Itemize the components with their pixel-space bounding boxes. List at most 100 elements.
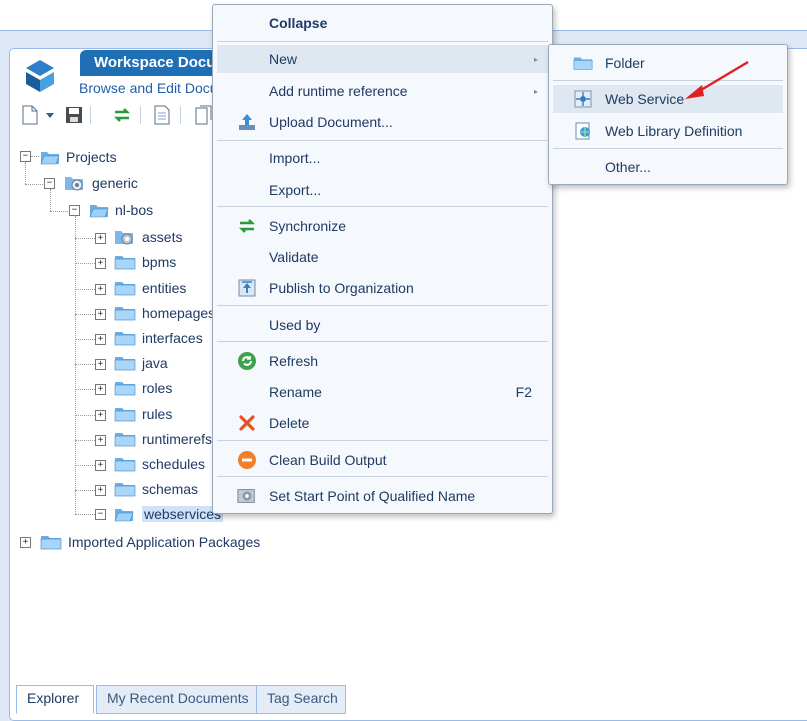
expand-toggle[interactable]: + xyxy=(95,359,106,370)
tree-node-projects[interactable]: Projects xyxy=(40,147,117,167)
tree-node-runtimerefs[interactable]: runtimerefs xyxy=(114,429,212,449)
tree-node-webservices[interactable]: webservices xyxy=(114,504,224,524)
tree-node-schedules[interactable]: schedules xyxy=(114,454,205,474)
menu-item-new[interactable]: New ▸ xyxy=(217,45,548,73)
expand-toggle[interactable]: + xyxy=(95,258,106,269)
tree-node-rules[interactable]: rules xyxy=(114,404,172,424)
expand-toggle[interactable]: + xyxy=(95,435,106,446)
workspace-title: Workspace Documents xyxy=(80,50,230,76)
folder-icon xyxy=(114,256,136,270)
clean-build-icon xyxy=(237,450,257,470)
submenu-item-other[interactable]: Other... xyxy=(553,153,783,181)
tree-label: interfaces xyxy=(142,330,203,346)
menu-label: Export... xyxy=(269,182,322,198)
tree-label-generic: generic xyxy=(92,175,138,191)
menu-label: Delete xyxy=(269,415,310,431)
tree-label-selected: webservices xyxy=(142,506,224,522)
menu-label: Set Start Point of Qualified Name xyxy=(269,488,476,504)
expand-toggle[interactable]: + xyxy=(95,284,106,295)
menu-item-rename[interactable]: Rename F2 xyxy=(217,378,548,406)
collapse-webservices-toggle[interactable]: − xyxy=(95,509,106,520)
gear-folder-icon xyxy=(237,486,257,506)
collapse-generic-toggle[interactable]: − xyxy=(44,178,55,189)
expand-toggle[interactable]: + xyxy=(95,485,106,496)
tree-node-entities[interactable]: entities xyxy=(114,278,186,298)
tree-label-imported: Imported Application Packages xyxy=(68,534,261,550)
tree-node-bpms[interactable]: bpms xyxy=(114,252,176,272)
menu-label: Validate xyxy=(269,249,319,265)
tree-node-nl-bos[interactable]: nl-bos xyxy=(89,200,153,220)
menu-label: Synchronize xyxy=(269,218,347,234)
export-icon[interactable] xyxy=(194,104,214,126)
refresh-icon xyxy=(237,351,257,371)
tree-node-java[interactable]: java xyxy=(114,353,168,373)
menu-item-delete[interactable]: Delete xyxy=(217,409,548,437)
dropdown-arrow-icon[interactable] xyxy=(44,104,56,126)
folder-icon xyxy=(40,536,62,550)
folder-icon xyxy=(114,332,136,346)
tree-label: runtimerefs xyxy=(142,431,213,447)
menu-item-publish[interactable]: Publish to Organization xyxy=(217,274,548,302)
tree-label-nl-bos: nl-bos xyxy=(115,202,154,218)
tree-node-interfaces[interactable]: interfaces xyxy=(114,328,203,348)
tab-my-recent-documents[interactable]: My Recent Documents xyxy=(96,685,270,714)
expand-toggle[interactable]: + xyxy=(95,309,106,320)
collapse-projects-toggle[interactable]: − xyxy=(20,151,31,162)
menu-label: Import... xyxy=(269,150,321,166)
menu-label: Collapse xyxy=(269,15,328,31)
tree-label: rules xyxy=(142,406,173,422)
menu-item-synchronize[interactable]: Synchronize xyxy=(217,212,548,240)
tree-node-schemas[interactable]: schemas xyxy=(114,479,198,499)
expand-toggle[interactable]: + xyxy=(95,334,106,345)
menu-item-import[interactable]: Import... xyxy=(217,144,548,172)
menu-label: Folder xyxy=(605,55,645,71)
collapse-nl-bos-toggle[interactable]: − xyxy=(69,205,80,216)
menu-label: Add runtime reference xyxy=(269,83,408,99)
menu-item-set-start-point[interactable]: Set Start Point of Qualified Name xyxy=(217,482,548,510)
tree-node-assets[interactable]: assets xyxy=(114,227,182,247)
menu-label: Rename xyxy=(269,384,322,400)
tree-node-roles[interactable]: roles xyxy=(114,378,172,398)
folder-icon xyxy=(114,433,136,447)
app-logo-icon xyxy=(26,60,54,92)
expand-toggle[interactable]: + xyxy=(95,384,106,395)
tree-node-homepages[interactable]: homepages xyxy=(114,303,215,323)
menu-item-used-by[interactable]: Used by xyxy=(217,311,548,339)
menu-label: Refresh xyxy=(269,353,319,369)
document-icon[interactable] xyxy=(152,104,172,126)
menu-label: Web Library Definition xyxy=(605,123,743,139)
tree-label: homepages xyxy=(142,305,216,321)
new-document-icon[interactable] xyxy=(20,104,40,126)
menu-item-upload-document[interactable]: Upload Document... xyxy=(217,108,548,136)
folder-icon xyxy=(114,357,136,371)
web-service-icon xyxy=(573,89,593,109)
tree-label: bpms xyxy=(142,254,177,270)
menu-item-add-runtime-reference[interactable]: Add runtime reference ▸ xyxy=(217,77,548,105)
expand-toggle[interactable]: + xyxy=(95,460,106,471)
delete-icon xyxy=(237,413,257,433)
folder-icon xyxy=(114,307,136,321)
synchronize-icon[interactable] xyxy=(112,104,132,126)
expand-toggle[interactable]: + xyxy=(95,410,106,421)
menu-item-validate[interactable]: Validate xyxy=(217,243,548,271)
menu-item-collapse[interactable]: Collapse xyxy=(217,9,548,37)
save-icon[interactable] xyxy=(64,104,84,126)
upload-icon xyxy=(237,112,257,132)
folder-icon xyxy=(573,53,593,73)
tree-node-imported-packages[interactable]: Imported Application Packages xyxy=(40,532,260,552)
menu-item-export[interactable]: Export... xyxy=(217,176,548,204)
menu-label: Used by xyxy=(269,317,321,333)
expand-toggle[interactable]: + xyxy=(95,233,106,244)
tab-explorer[interactable]: Explorer xyxy=(16,685,94,714)
expand-imported-toggle[interactable]: + xyxy=(20,537,31,548)
assets-folder-icon xyxy=(115,231,133,245)
folder-open-icon xyxy=(114,509,134,522)
folder-open-icon xyxy=(40,152,60,165)
tree-node-generic[interactable]: generic xyxy=(64,173,138,193)
menu-item-refresh[interactable]: Refresh xyxy=(217,347,548,375)
project-folder-icon xyxy=(65,177,83,191)
menu-label: Upload Document... xyxy=(269,114,393,130)
submenu-item-web-library-definition[interactable]: Web Library Definition xyxy=(553,117,783,145)
menu-item-clean-build-output[interactable]: Clean Build Output xyxy=(217,446,548,474)
tab-tag-search[interactable]: Tag Search xyxy=(256,685,346,714)
